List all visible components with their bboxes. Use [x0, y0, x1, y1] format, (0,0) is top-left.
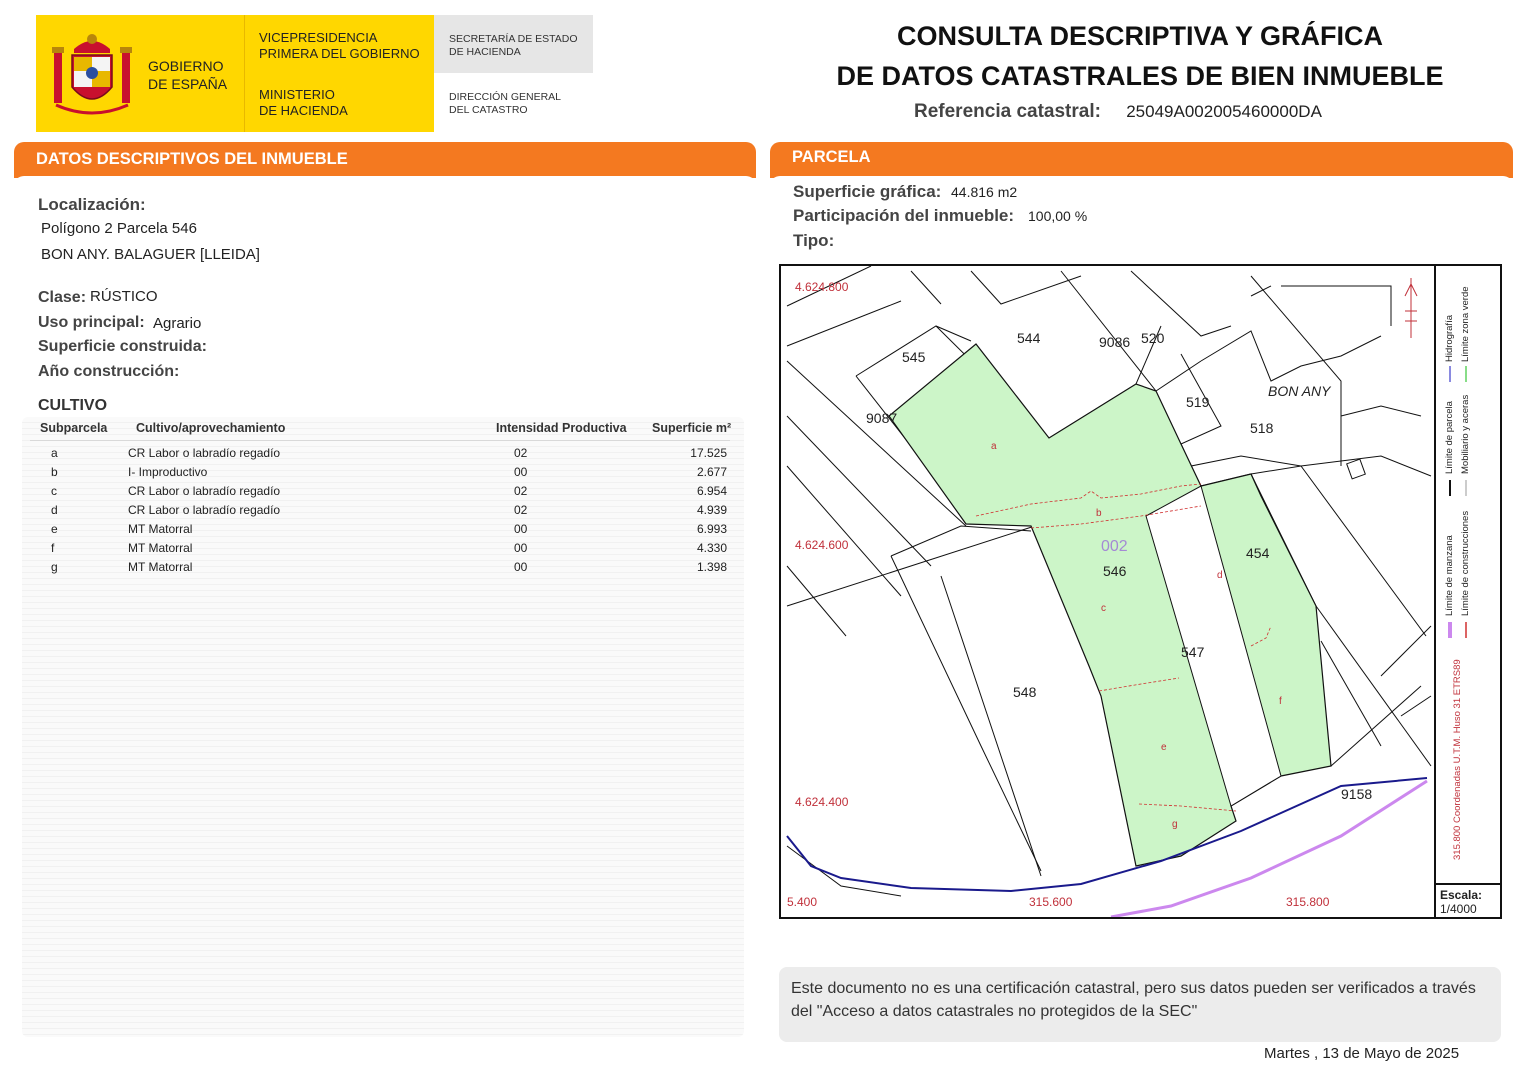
coord-x-right: 315.800 — [1286, 895, 1330, 909]
superficie-construida-label: Superficie construida: — [38, 338, 207, 355]
parcel-label: 9087 — [866, 410, 897, 426]
col-header-intensidad: Intensidad Productiva — [496, 421, 627, 435]
parcel-label: 547 — [1181, 644, 1205, 660]
superficie-grafica-value: 44.816 m2 — [951, 184, 1018, 200]
parcel-label-polygon: 002 — [1101, 538, 1128, 555]
secretaria-label: SECRETARÍA DE ESTADO DE HACIENDA — [449, 33, 578, 58]
coord-y-bottom: 4.624.400 — [795, 795, 849, 809]
parcel-label: 548 — [1013, 684, 1037, 700]
ref-label: Referencia catastral: — [914, 101, 1101, 122]
hidrografia-line — [786, 777, 1428, 893]
localizacion-line1: Polígono 2 Parcela 546 — [41, 220, 197, 237]
section-header-descriptivos: DATOS DESCRIPTIVOS DEL INMUEBLE — [14, 142, 756, 186]
anio-construccion-label: Año construcción: — [38, 363, 180, 380]
secretaria-block: SECRETARÍA DE ESTADO DE HACIENDA — [434, 15, 593, 73]
ref-value: 25049A002005460000DA — [1126, 102, 1322, 121]
disclaimer-notice: Este documento no es una certificación c… — [779, 967, 1501, 1042]
parcel-label: 9086 — [1099, 334, 1130, 350]
vicepresidencia-label: VICEPRESIDENCIA PRIMERA DEL GOBIERNO — [259, 30, 420, 61]
coord-x-left: 5.400 — [787, 895, 817, 909]
section-header-parcela: PARCELA — [770, 142, 1513, 186]
coord-y-mid: 4.624.600 — [795, 538, 849, 552]
legend-coord-note: 315.800 Coordenadas U.T.M. Huso 31 ETRS8… — [1452, 659, 1463, 860]
parcel-label: 9158 — [1341, 786, 1372, 802]
place-name-label: BON ANY — [1268, 383, 1332, 399]
coat-of-arms-icon — [52, 34, 132, 115]
svg-text:f: f — [1279, 696, 1282, 707]
parcel-label: 520 — [1141, 330, 1165, 346]
uso-label: Uso principal: — [38, 314, 145, 331]
referencia-catastral: Referencia catastral: 25049A002005460000… — [914, 101, 1322, 123]
svg-text:d: d — [1217, 570, 1223, 581]
coord-y-top: 4.624.800 — [795, 280, 849, 294]
clase-value: RÚSTICO — [90, 288, 158, 305]
cultivo-title: CULTIVO — [38, 397, 108, 414]
legend-limite-parcela: Límite de parcela — [1444, 401, 1455, 474]
table-header-divider — [30, 440, 730, 441]
clase-label: Clase: — [38, 289, 87, 306]
svg-text:e: e — [1161, 742, 1167, 753]
legend-zona-verde: Límite zona verde — [1460, 286, 1471, 362]
legend-hidrografia: Hidrografía — [1444, 315, 1455, 362]
cadastral-map[interactable]: 4.624.800 4.624.600 4.624.400 5.400 315.… — [779, 264, 1502, 919]
header-divider — [244, 15, 245, 132]
parcel-label: 546 — [1103, 563, 1127, 579]
direccion-label: DIRECCIÓN GENERAL DEL CATASTRO — [449, 91, 562, 116]
document-date: Martes , 13 de Mayo de 2025 — [1264, 1045, 1460, 1062]
col-header-superficie: Superficie m² — [652, 421, 732, 435]
parcel-label: 518 — [1250, 420, 1274, 436]
svg-text:c: c — [1101, 603, 1106, 614]
parcel-label: 544 — [1017, 330, 1041, 346]
legend-limite-construcciones: Límite de construcciones — [1460, 510, 1471, 616]
map-drawing: 4.624.800 4.624.600 4.624.400 5.400 315.… — [786, 266, 1432, 917]
map-scale: Escala: 1/4000 — [1434, 883, 1500, 917]
tipo-label: Tipo: — [793, 231, 835, 250]
parcel-label: 545 — [902, 349, 926, 365]
document-title: CONSULTA DESCRIPTIVA Y GRÁFICA DE DATOS … — [836, 21, 1444, 91]
coord-x-mid: 315.600 — [1029, 895, 1073, 909]
gobierno-logo-block: GOBIERNO DE ESPAÑA VICEPRESIDENCIA PRIME… — [36, 15, 434, 132]
participacion-value: 100,00 % — [1028, 208, 1088, 224]
col-header-subparcela: Subparcela — [40, 421, 108, 435]
parcel-label: 519 — [1186, 394, 1210, 410]
svg-text:a: a — [991, 441, 997, 452]
superficie-grafica-label: Superficie gráfica: — [793, 182, 942, 201]
participacion-label: Participación del inmueble: — [793, 206, 1015, 225]
svg-text:b: b — [1096, 508, 1102, 519]
uso-value: Agrario — [153, 315, 202, 332]
svg-text:g: g — [1172, 819, 1178, 830]
map-legend: Hidrografía Límite zona verde Límite de … — [1434, 266, 1500, 883]
localizacion-label: Localización: — [38, 195, 146, 214]
ministerio-label: MINISTERIO DE HACIENDA — [259, 87, 348, 118]
col-header-cultivo: Cultivo/aprovechamiento — [136, 421, 286, 435]
legend-mobiliario: Mobiliario y aceras — [1460, 394, 1471, 474]
gobierno-name: GOBIERNO DE ESPAÑA — [148, 58, 228, 92]
legend-limite-manzana: Límite de manzana — [1444, 535, 1455, 616]
north-arrow-icon — [1404, 278, 1418, 338]
localizacion-line2: BON ANY. BALAGUER [LLEIDA] — [41, 246, 260, 263]
parcel-label: 454 — [1246, 545, 1270, 561]
